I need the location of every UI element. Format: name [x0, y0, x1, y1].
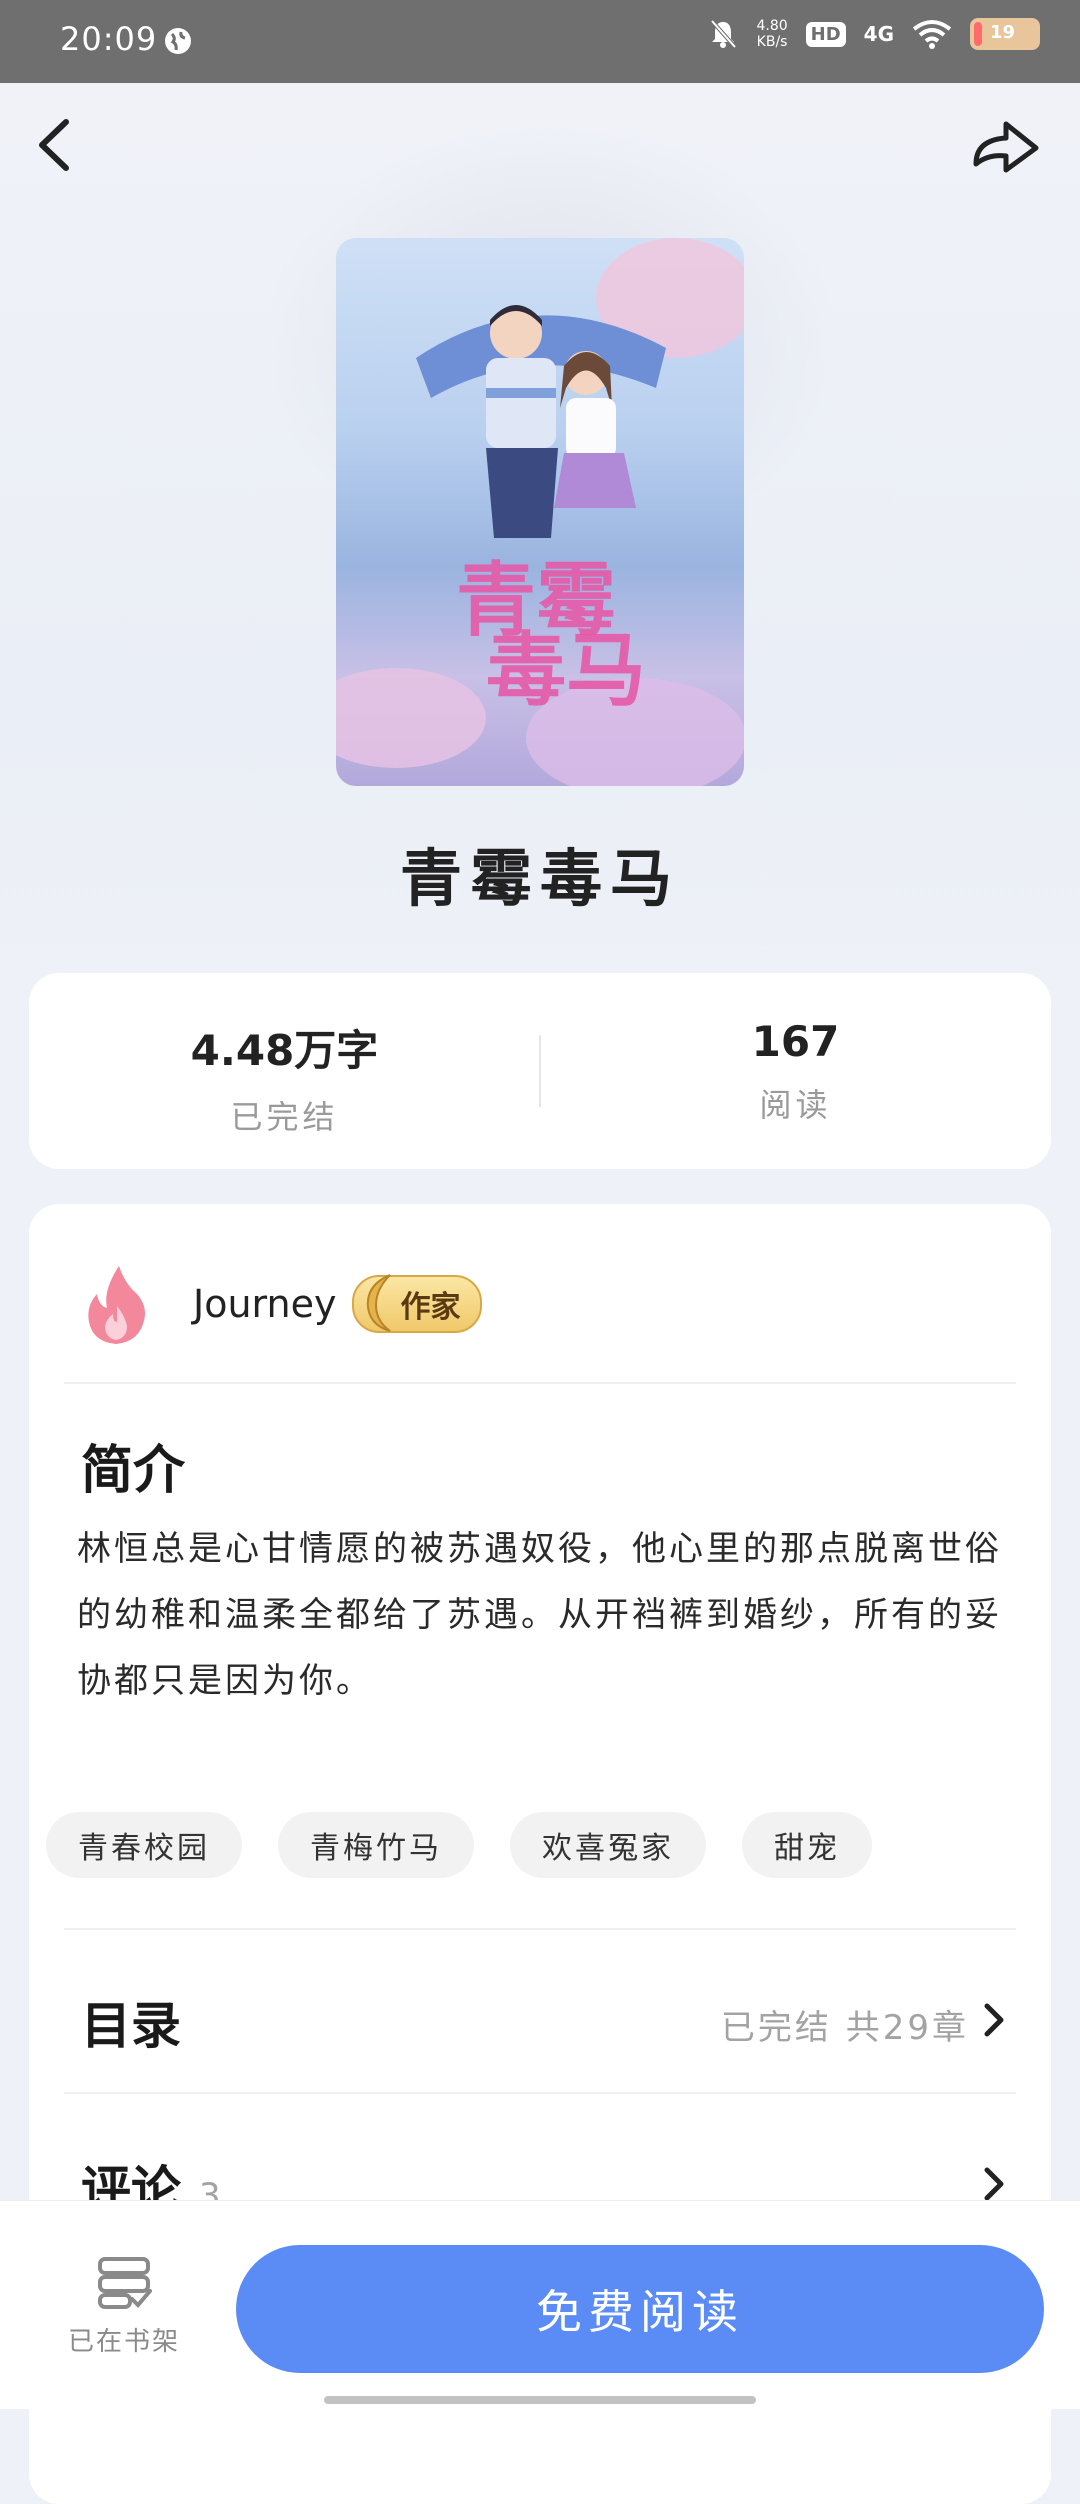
divider	[64, 1382, 1016, 1384]
home-indicator[interactable]	[324, 2396, 756, 2404]
tag-item[interactable]: 青春校园	[46, 1812, 242, 1878]
wifi-icon	[912, 20, 952, 49]
net-speed: 4.80 KB/s	[756, 18, 787, 50]
chevron-right-icon	[984, 2003, 1004, 2037]
intro-title: 简介	[81, 1441, 186, 1501]
book-cover[interactable]: 青霉 毒马	[336, 238, 744, 786]
free-read-button[interactable]: 免费阅读	[236, 2245, 1044, 2373]
read-count-label: 阅读	[759, 1086, 832, 1124]
read-count: 167	[751, 1017, 840, 1066]
hd-badge: HD	[805, 21, 846, 47]
cover-illustration: 青霉 毒马	[336, 238, 744, 786]
divider	[64, 2092, 1016, 2094]
intro-text: 林恒总是心甘情愿的被苏遇奴役，他心里的那点脱离世俗的幼稚和温柔全都给了苏遇。从开…	[77, 1529, 1002, 1701]
clock: 20:09	[60, 20, 158, 58]
word-count-stat: 4.48万字 已完结	[29, 973, 540, 1169]
crescent-moon-icon	[367, 1274, 392, 1332]
word-count: 4.48万字	[190, 1026, 379, 1075]
mute-bell-icon	[710, 19, 737, 49]
network-type: 4G	[863, 22, 894, 46]
status-bar: 20:09 4.80 KB/s HD 4G 19	[0, 0, 1080, 83]
tag-item[interactable]: 欢喜冤家	[510, 1812, 706, 1878]
svg-text:毒马: 毒马	[486, 623, 646, 717]
catalog-row[interactable]: 目录 已完结 共29章	[29, 1956, 1051, 2076]
bottom-action-bar: 已在书架 免费阅读	[0, 2200, 1080, 2409]
flame-icon	[88, 1266, 145, 1344]
bookshelf-label: 已在书架	[67, 2327, 180, 2357]
book-stats-card: 4.48万字 已完结 167 阅读	[29, 973, 1051, 1169]
author-row[interactable]: Journey 作家	[81, 1254, 483, 1354]
battery-icon: 19	[970, 18, 1040, 50]
catalog-meta: 已完结 共29章	[720, 2008, 969, 2048]
author-badge-label: 作家	[400, 1290, 461, 1325]
tag-item[interactable]: 甜宠	[742, 1812, 872, 1878]
chevron-right-icon	[984, 2167, 1004, 2201]
tag-list: 青春校园 青梅竹马 欢喜冤家 甜宠	[46, 1812, 872, 1878]
net-speed-unit: KB/s	[756, 34, 788, 50]
battery-level: 19	[990, 22, 1016, 43]
divider	[64, 1928, 1016, 1930]
globe-icon	[165, 28, 191, 54]
completion-status: 已完结	[230, 1098, 339, 1136]
catalog-title: 目录	[81, 1997, 181, 2055]
reads-stat: 167 阅读	[540, 973, 1051, 1169]
share-icon[interactable]	[966, 112, 1046, 182]
author-badge: 作家	[352, 1274, 483, 1333]
tag-item[interactable]: 青梅竹马	[278, 1812, 474, 1878]
bookshelf-button[interactable]: 已在书架	[54, 2253, 194, 2373]
back-arrow-icon[interactable]	[24, 110, 84, 180]
status-icons: 4.80 KB/s HD 4G 19	[708, 18, 1040, 50]
bookshelf-icon	[98, 2257, 152, 2309]
net-speed-value: 4.80	[756, 18, 788, 34]
author-name[interactable]: Journey	[193, 1282, 336, 1326]
book-title: 青霉毒马	[399, 842, 680, 915]
